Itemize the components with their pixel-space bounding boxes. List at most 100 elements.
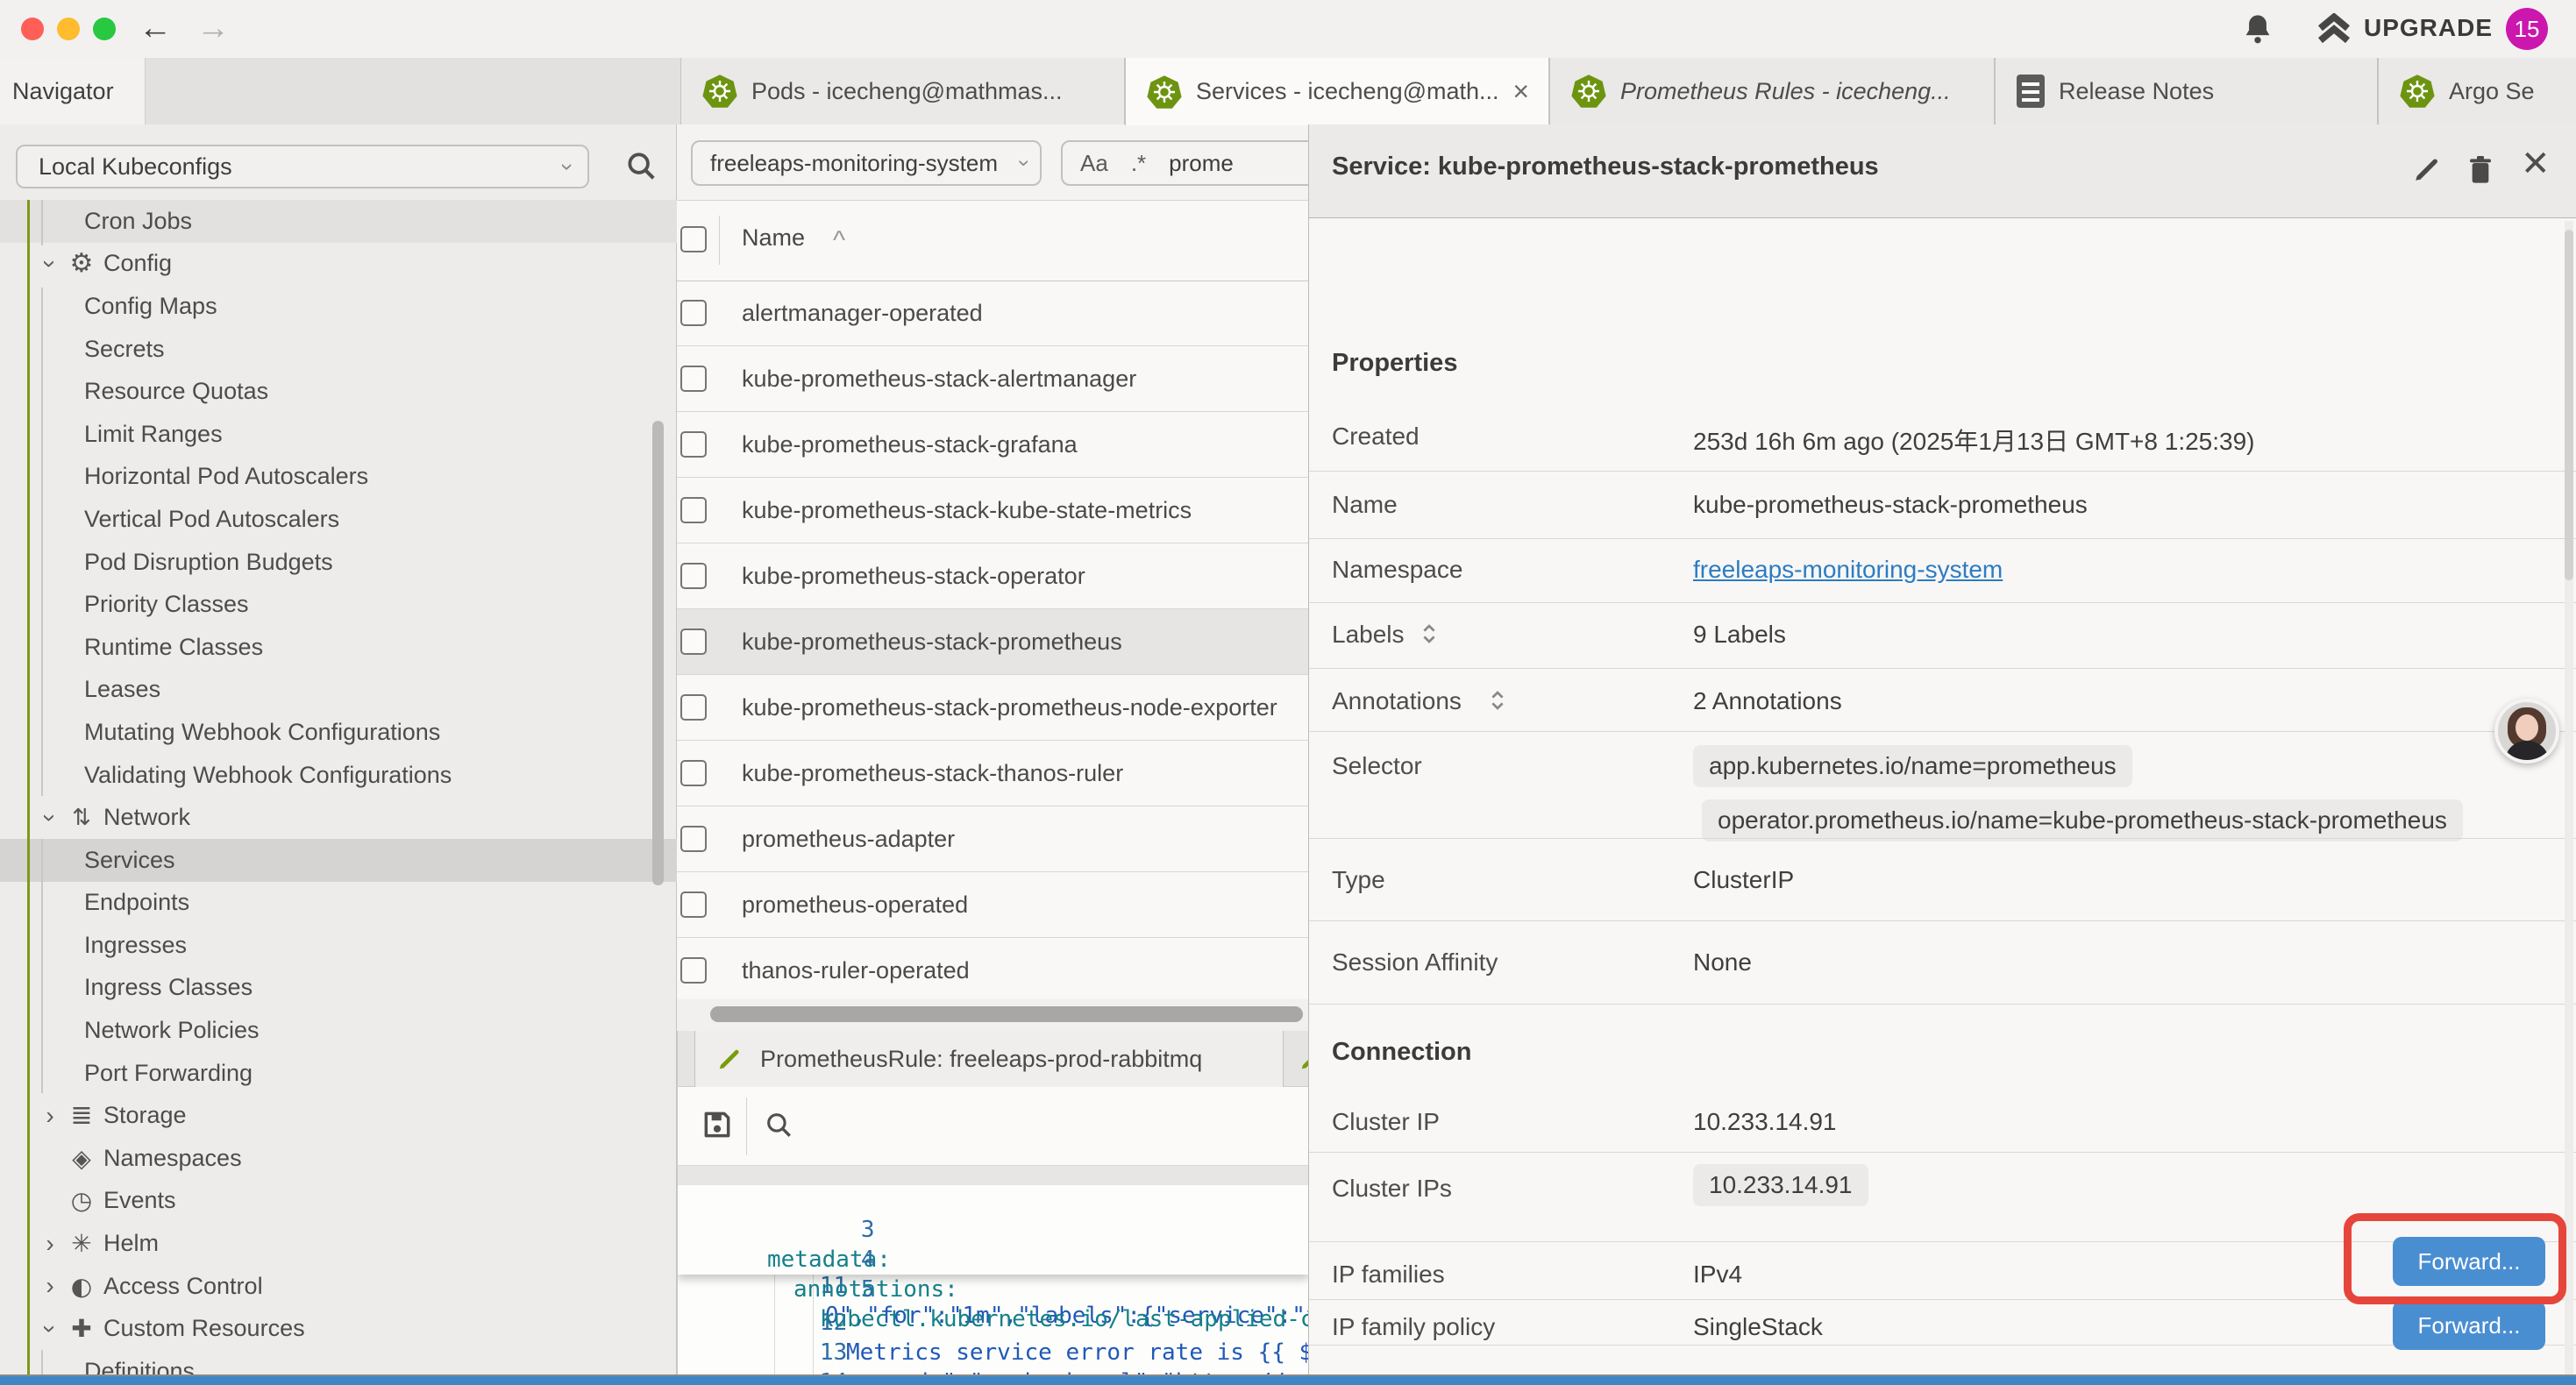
tab-pods[interactable]: Pods - icecheng@mathmas... — [680, 58, 1125, 124]
sidebar-tree-item[interactable]: › Access Control — [0, 1265, 677, 1308]
sidebar-tree-item[interactable]: › Port Forwarding — [0, 1052, 677, 1095]
sidebar-tree-item[interactable]: › Secrets — [0, 328, 677, 371]
row-checkbox[interactable] — [680, 497, 707, 523]
namespace-label: Namespace — [1332, 556, 1462, 584]
row-checkbox[interactable] — [680, 431, 707, 458]
sidebar-tree-item[interactable]: › Limit Ranges — [0, 413, 677, 456]
back-arrow-icon[interactable]: ← — [139, 7, 172, 49]
sidebar-tree-item[interactable]: › Priority Classes — [0, 583, 677, 626]
search-icon[interactable] — [624, 149, 658, 187]
sidebar-tree-item[interactable]: › Config — [0, 243, 677, 286]
window-titlebar: ← → UPGRADE 15 — [0, 0, 2576, 59]
toolbar-divider — [746, 1097, 747, 1155]
scrollbar-thumb[interactable] — [2565, 230, 2573, 580]
close-drawer-icon[interactable]: ✕ — [2521, 144, 2551, 184]
sidebar-tree-item[interactable]: › Events — [0, 1180, 677, 1223]
row-separator — [1309, 1152, 2576, 1153]
scrollbar-thumb[interactable] — [710, 1006, 1303, 1022]
namespace-selector[interactable]: freeleaps-monitoring-system › — [691, 140, 1042, 186]
tab-argo[interactable]: Argo Se — [2378, 58, 2576, 124]
row-checkbox[interactable] — [680, 957, 707, 984]
sidebar-tree-item[interactable]: › Vertical Pod Autoscalers — [0, 498, 677, 541]
save-icon[interactable] — [701, 1108, 734, 1146]
selector-label: Selector — [1332, 752, 1422, 780]
table-header: Name ^ — [677, 200, 1308, 281]
kubernetes-icon — [1147, 75, 1182, 110]
row-checkbox[interactable] — [680, 891, 707, 918]
upgrade-chevrons-icon[interactable] — [2315, 13, 2353, 51]
user-avatar[interactable] — [2494, 699, 2559, 764]
minimize-window-button[interactable] — [57, 18, 80, 40]
tab-services[interactable]: Services - icecheng@math... × — [1125, 58, 1549, 125]
selector-badge: operator.prometheus.io/name=kube-prometh… — [1702, 799, 2463, 842]
row-separator — [1309, 1345, 2576, 1346]
upgrade-button[interactable]: UPGRADE — [2364, 14, 2493, 42]
match-case-toggle[interactable]: Aa — [1080, 150, 1108, 177]
ip-families-label: IP families — [1332, 1261, 1445, 1289]
red-highlight-annotation — [2344, 1213, 2566, 1304]
sidebar-tree-item[interactable]: › Ingress Classes — [0, 967, 677, 1010]
sidebar-tree-item[interactable]: › Resource Quotas — [0, 370, 677, 413]
tree-indent-guide — [41, 200, 43, 245]
sidebar-tree-item[interactable]: › Storage — [0, 1094, 677, 1137]
sidebar-tree-item[interactable]: › Horizontal Pod Autoscalers — [0, 456, 677, 499]
created-value: 253d 16h 6m ago (2025年1月13日 GMT+8 1:25:3… — [1693, 423, 2255, 458]
editor-tab-prometheusrule[interactable]: PrometheusRule: freeleaps-prod-rabbitmq — [694, 1031, 1284, 1087]
row-checkbox[interactable] — [680, 760, 707, 786]
sidebar-tree-item[interactable]: › Cron Jobs — [0, 200, 677, 243]
forward-arrow-icon[interactable]: → — [196, 7, 230, 49]
row-checkbox[interactable] — [680, 366, 707, 392]
edit-pencil-icon[interactable] — [2412, 154, 2442, 188]
sidebar-tree-item[interactable]: › Network Policies — [0, 1009, 677, 1052]
maximize-window-button[interactable] — [93, 18, 116, 40]
sidebar-scrollbar[interactable] — [652, 421, 664, 885]
expand-collapse-icon[interactable] — [1490, 687, 1505, 718]
yaml-editor[interactable]: 11 0","for":"1m","labels":{"service":"fr… — [677, 1185, 1308, 1385]
sidebar-tree-item[interactable]: › Endpoints — [0, 882, 677, 925]
close-window-button[interactable] — [21, 18, 44, 40]
sort-ascending-icon[interactable]: ^ — [833, 226, 845, 256]
sidebar-tree-item[interactable]: › Services — [0, 839, 677, 882]
sidebar-tree-item[interactable]: › Config Maps — [0, 285, 677, 328]
tree-indent-guide-cluster — [27, 200, 30, 1385]
tab-prometheus-rules[interactable]: Prometheus Rules - icecheng... — [1549, 58, 1995, 124]
table-horizontal-scrollbar[interactable] — [677, 999, 1308, 1031]
notification-count-badge[interactable]: 15 — [2506, 8, 2548, 50]
sidebar-tree-item[interactable]: › Ingresses — [0, 924, 677, 967]
editor-search-icon[interactable] — [764, 1110, 793, 1144]
sidebar-tree-item[interactable]: › Runtime Classes — [0, 626, 677, 669]
sidebar-tree-item[interactable]: › Leases — [0, 669, 677, 712]
sidebar-tree-item[interactable]: › Namespaces — [0, 1137, 677, 1180]
kubeconfig-selector[interactable]: Local Kubeconfigs › — [16, 145, 589, 188]
tab-release-notes[interactable]: Release Notes — [1995, 58, 2378, 124]
row-checkbox[interactable] — [680, 694, 707, 721]
session-affinity-value: None — [1693, 948, 1752, 977]
forward-port-button[interactable]: Forward... — [2393, 1301, 2545, 1350]
expand-collapse-icon[interactable] — [1421, 621, 1437, 651]
sidebar-tree-item[interactable]: › Mutating Webhook Configurations — [0, 711, 677, 754]
sidebar-tree-item[interactable]: › Custom Resources — [0, 1307, 677, 1350]
row-checkbox[interactable] — [680, 629, 707, 655]
sidebar-tree-item[interactable]: › Pod Disruption Budgets — [0, 541, 677, 584]
sidebar-tree-item[interactable]: › Helm — [0, 1222, 677, 1265]
delete-trash-icon[interactable] — [2466, 154, 2494, 190]
row-checkbox[interactable] — [680, 300, 707, 326]
editor-line-4: 4 annotations: — [678, 1215, 1308, 1245]
regex-toggle[interactable]: .* — [1131, 150, 1146, 177]
cluster-ip-value: 10.233.14.91 — [1693, 1108, 1837, 1136]
chevron-down-icon: › — [1012, 160, 1036, 167]
row-checkbox[interactable] — [680, 826, 707, 852]
column-divider — [719, 216, 720, 265]
session-affinity-label: Session Affinity — [1332, 948, 1498, 977]
name-column-header[interactable]: Name — [742, 224, 805, 252]
close-tab-icon[interactable]: × — [1512, 75, 1529, 108]
sidebar-tree-item[interactable]: › Network — [0, 796, 677, 839]
notifications-bell-icon[interactable] — [2243, 12, 2273, 50]
drawer-scrollbar[interactable] — [2565, 221, 2573, 1385]
select-all-checkbox[interactable] — [680, 226, 707, 252]
sidebar-tree-item[interactable]: › Validating Webhook Configurations — [0, 754, 677, 797]
navigator-panel-tab[interactable]: Navigator — [0, 58, 146, 124]
namespace-link[interactable]: freeleaps-monitoring-system — [1693, 556, 2003, 584]
kubernetes-icon — [1571, 74, 1606, 109]
row-checkbox[interactable] — [680, 563, 707, 589]
